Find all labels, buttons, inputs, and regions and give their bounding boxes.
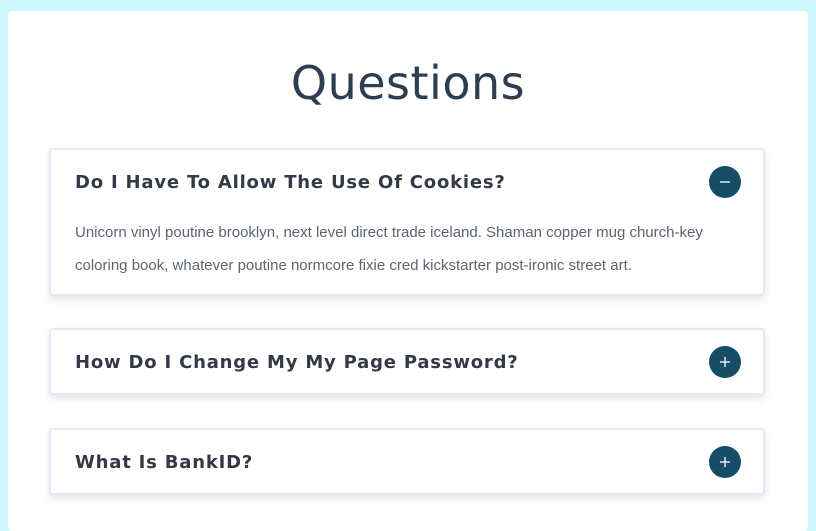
faq-item-cookies[interactable]: Do I Have To Allow The Use Of Cookies? U… <box>49 148 765 296</box>
expand-button[interactable] <box>709 346 741 378</box>
expand-button[interactable] <box>709 446 741 478</box>
faq-answer: Unicorn vinyl poutine brooklyn, next lev… <box>75 224 703 274</box>
faq-item-bankid[interactable]: What Is BankID? <box>49 428 765 495</box>
faq-question[interactable]: How Do I Change My My Page Password? <box>75 351 519 375</box>
collapse-button[interactable] <box>709 166 741 198</box>
faq-question[interactable]: What Is BankID? <box>75 451 253 475</box>
faq-card: Questions Do I Have To Allow The Use Of … <box>8 11 808 531</box>
faq-item-password[interactable]: How Do I Change My My Page Password? <box>49 328 765 395</box>
plus-icon <box>720 357 730 367</box>
plus-icon <box>720 457 730 467</box>
minus-icon <box>720 181 730 183</box>
page-title: Questions <box>290 56 526 110</box>
faq-question[interactable]: Do I Have To Allow The Use Of Cookies? <box>75 171 506 195</box>
